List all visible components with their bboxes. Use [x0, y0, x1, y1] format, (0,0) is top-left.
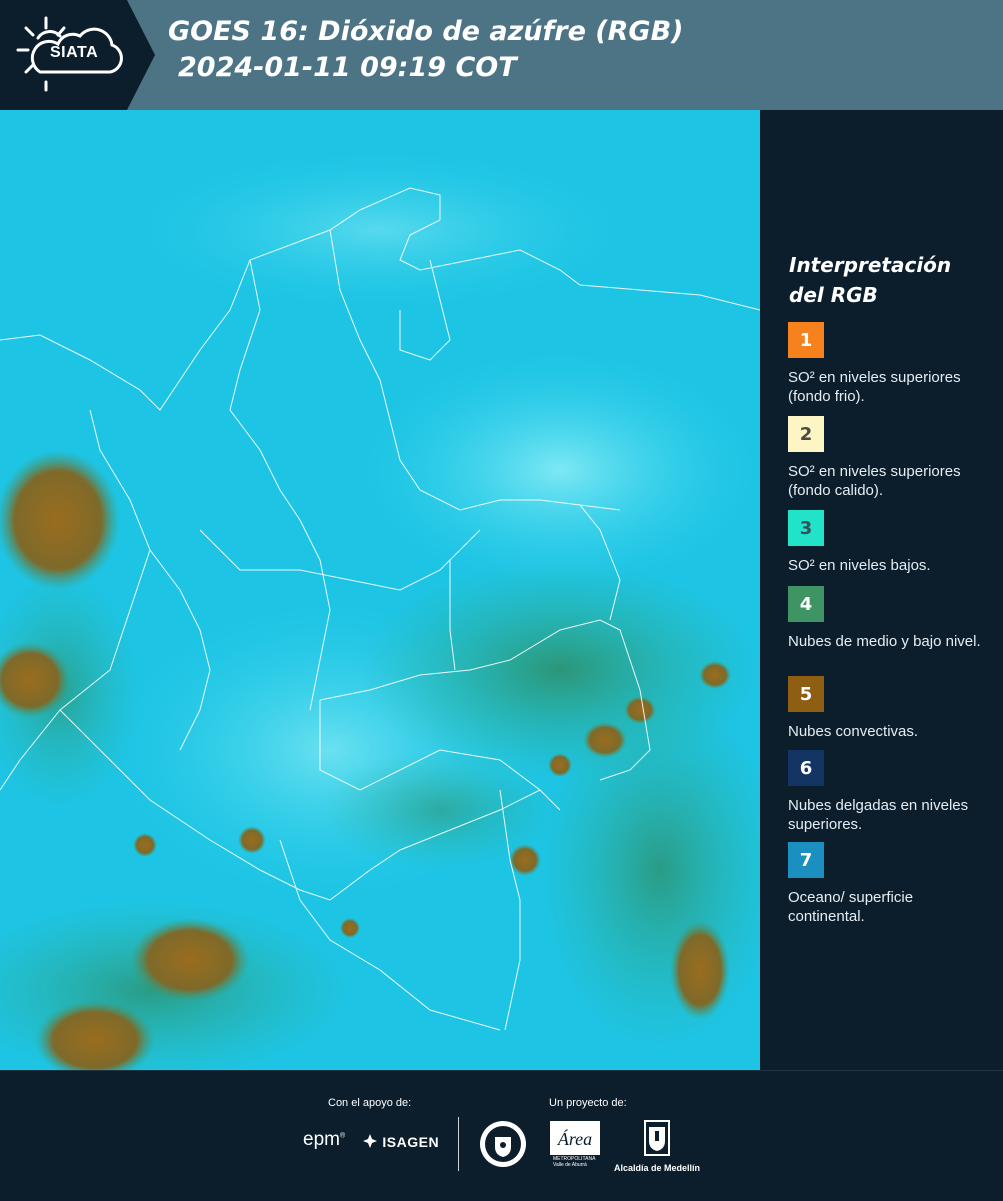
alcaldia-logo[interactable]: Alcaldía de Medellín	[612, 1119, 702, 1173]
alcaldia-crest-icon	[644, 1120, 670, 1156]
legend-number: 2	[799, 423, 813, 445]
siata-logo-text: SIATA	[50, 44, 99, 61]
legend-item-7: 7 Oceano/ superficie continental.	[788, 842, 988, 926]
epm-logo-text: epm	[303, 1129, 340, 1150]
header: SIATA GOES 16: Dióxido de azúfre (RGB) 2…	[0, 0, 1003, 110]
page-title: GOES 16: Dióxido de azúfre (RGB) 2024-01…	[168, 14, 684, 86]
rgb-legend: Interpretación del RGB 1 SO² en niveles …	[760, 110, 1003, 1070]
legend-number: 4	[799, 593, 813, 615]
satellite-image	[0, 110, 780, 1080]
isagen-icon	[363, 1134, 377, 1148]
legend-title-line1: Interpretación	[789, 253, 952, 277]
legend-title: Interpretación del RGB	[789, 250, 951, 310]
legend-item-3: 3 SO² en niveles bajos.	[788, 510, 988, 575]
area-metropolitana-text: METROPOLITANA Valle de Aburrá	[553, 1156, 595, 1168]
isagen-logo[interactable]: ISAGEN	[362, 1133, 439, 1150]
area-line2: Valle de Aburrá	[553, 1162, 587, 1168]
footer: Con el apoyo de: Un proyecto de: epm® IS…	[0, 1070, 1003, 1201]
legend-description: Nubes de medio y bajo nivel.	[788, 633, 981, 650]
title-timestamp: 2024-01-11 09:19 COT	[178, 52, 517, 83]
siata-logo[interactable]: SIATA	[0, 0, 155, 110]
legend-swatch-6: 6	[788, 750, 824, 786]
legend-description: SO² en niveles superiores (fondo frio).	[788, 369, 961, 405]
legend-title-line2: del RGB	[789, 283, 878, 307]
support-label: Con el apoyo de:	[328, 1097, 412, 1109]
legend-swatch-1: 1	[788, 322, 824, 358]
legend-number: 1	[799, 329, 813, 351]
isagen-logo-text: ISAGEN	[382, 1134, 440, 1150]
alcaldia-text: Alcaldía de Medellín	[613, 1163, 701, 1173]
footer-divider	[458, 1117, 459, 1171]
legend-description: SO² en niveles superiores (fondo calido)…	[788, 463, 961, 499]
project-label: Un proyecto de:	[549, 1097, 627, 1109]
legend-number: 6	[799, 757, 813, 779]
legend-description: SO² en niveles bajos.	[788, 557, 931, 574]
legend-swatch-4: 4	[788, 586, 824, 622]
legend-item-1: 1 SO² en niveles superiores (fondo frio)…	[788, 322, 988, 406]
title-product: GOES 16: Dióxido de azúfre (RGB)	[168, 16, 684, 47]
legend-swatch-7: 7	[788, 842, 824, 878]
satellite-map[interactable]	[0, 110, 780, 1080]
legend-swatch-5: 5	[788, 676, 824, 712]
legend-number: 3	[799, 517, 813, 539]
legend-description: Oceano/ superficie continental.	[788, 889, 914, 925]
legend-item-4: 4 Nubes de medio y bajo nivel.	[788, 586, 988, 651]
epm-logo[interactable]: epm®	[303, 1129, 345, 1151]
area-logo-name: Área	[557, 1128, 592, 1149]
legend-swatch-3: 3	[788, 510, 824, 546]
legend-description: Nubes delgadas en niveles superiores.	[788, 797, 969, 833]
legend-description: Nubes convectivas.	[788, 723, 919, 740]
legend-number: 7	[799, 849, 813, 871]
medellin-seal-icon[interactable]	[478, 1119, 528, 1169]
legend-item-2: 2 SO² en niveles superiores (fondo calid…	[788, 416, 988, 500]
area-logo-icon: Área	[550, 1121, 600, 1155]
legend-item-5: 5 Nubes convectivas.	[788, 676, 988, 741]
legend-number: 5	[799, 683, 813, 705]
legend-swatch-2: 2	[788, 416, 824, 452]
legend-item-6: 6 Nubes delgadas en niveles superiores.	[788, 750, 988, 834]
